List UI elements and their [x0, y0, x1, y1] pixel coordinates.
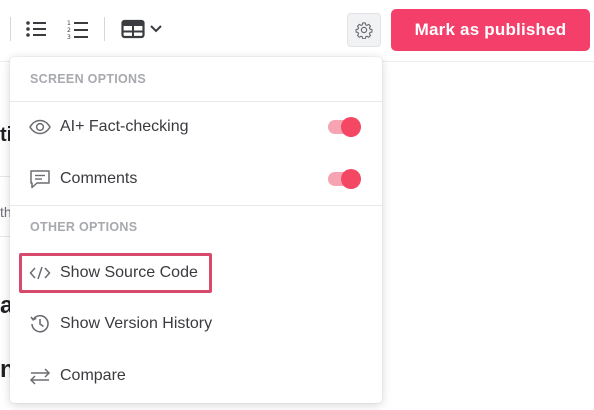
editor-toolbar: 1 2 3 Mark as published: [0, 0, 594, 62]
history-icon: [28, 312, 52, 336]
menu-item-label: Show Source Code: [60, 264, 198, 281]
mark-as-published-button[interactable]: Mark as published: [391, 9, 590, 51]
ai-fact-checking-toggle[interactable]: [328, 117, 362, 137]
divider: [10, 205, 382, 206]
menu-item-show-version-history[interactable]: Show Version History: [10, 303, 382, 345]
toolbar-separator: [104, 17, 105, 41]
comments-toggle[interactable]: [328, 169, 362, 189]
eye-icon: [28, 115, 52, 139]
comment-icon: [28, 167, 52, 191]
menu-item-label: Compare: [60, 367, 126, 384]
settings-dropdown: SCREEN OPTIONS AI+ Fact-checking Comment…: [10, 57, 382, 403]
svg-text:1: 1: [67, 20, 71, 27]
code-icon: [28, 261, 52, 285]
gear-icon: [355, 22, 373, 39]
menu-item-comments[interactable]: Comments: [10, 158, 382, 200]
settings-button[interactable]: [347, 13, 381, 47]
screen-options-title: SCREEN OPTIONS: [30, 72, 147, 86]
divider: [10, 101, 382, 102]
table-dropdown[interactable]: [119, 15, 165, 43]
bullet-list-icon[interactable]: [24, 15, 48, 43]
menu-item-ai-fact-checking[interactable]: AI+ Fact-checking: [10, 106, 382, 148]
svg-text:2: 2: [67, 27, 71, 34]
menu-item-label: Show Version History: [60, 315, 213, 332]
toolbar-separator: [10, 17, 11, 41]
svg-text:3: 3: [67, 34, 71, 40]
chevron-down-icon: [150, 25, 162, 33]
compare-arrows-icon: [28, 364, 52, 388]
menu-item-compare[interactable]: Compare: [10, 355, 382, 397]
menu-item-label: AI+ Fact-checking: [60, 118, 189, 135]
other-options-title: OTHER OPTIONS: [30, 220, 138, 234]
numbered-list-icon[interactable]: 1 2 3: [66, 15, 90, 43]
table-icon: [121, 19, 145, 39]
menu-item-show-source-code[interactable]: Show Source Code: [10, 252, 382, 294]
menu-item-label: Comments: [60, 170, 138, 187]
